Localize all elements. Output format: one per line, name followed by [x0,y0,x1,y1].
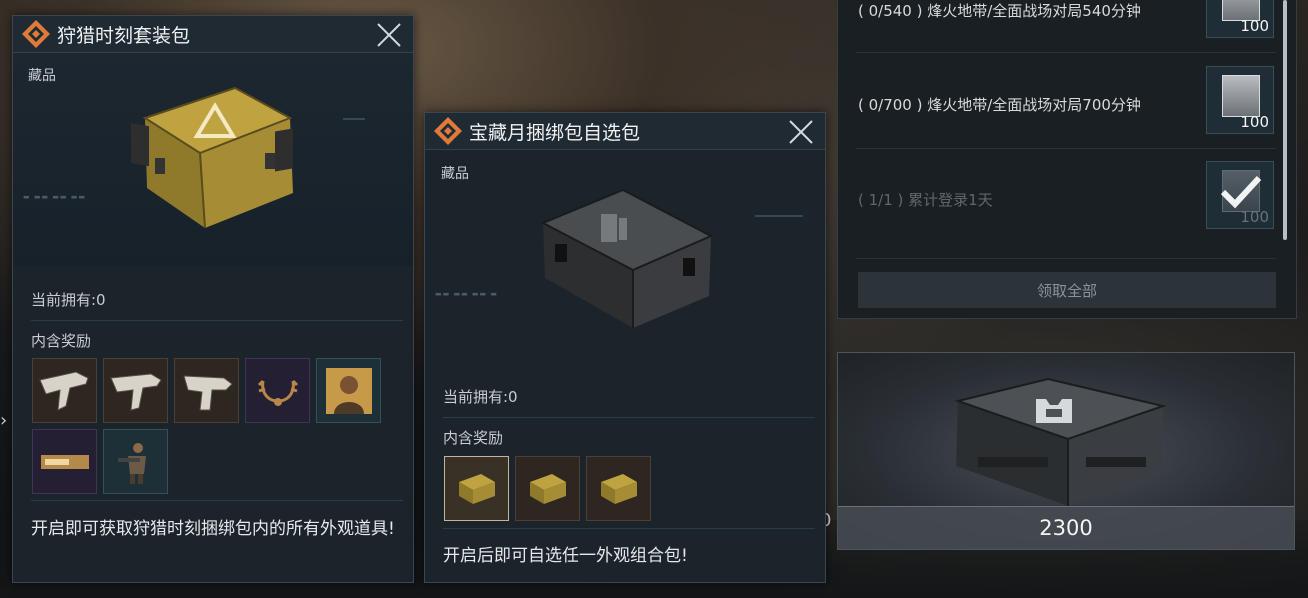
gold-crate-image [131,86,293,229]
reward-amount: 100 [1240,17,1269,35]
popup-header: 狩猎时刻套装包 [13,16,413,53]
reward-weapon-skin[interactable] [103,358,168,423]
operator-portrait-icon [325,367,372,414]
divider [856,148,1276,149]
skin-banner-icon [40,454,89,469]
crate-showcase[interactable]: 2300 [837,352,1295,550]
reward-weapon-skin-banner[interactable] [32,429,97,494]
close-icon[interactable] [375,21,403,49]
reward-operator-figure[interactable] [103,429,168,494]
reward-antler-charm[interactable] [245,358,310,423]
popup-hunt-bundle: 狩猎时刻套装包 ▬ ▬▬ ▬▬ ▬▬ 当前拥有:0 内含奖励 开启即可获取狩猎时… [12,15,414,583]
avatar-frame-icon [1222,75,1260,117]
bundle-diamond-icon [22,20,50,48]
task-item-completed: ( 1/1 ) 累计登录1天 [858,191,993,209]
edge-arrow-glyph: › [0,410,8,431]
task-item: ( 0/540 ) 烽火地带/全面战场对局540分钟 [858,2,1141,20]
item-preview: ▬ ▬▬ ▬▬ ▬▬ [13,53,413,266]
rewards-label: 内含奖励 [443,429,504,447]
checkmark-icon [1220,175,1262,209]
task-reward-claimed[interactable]: 100 [1206,161,1274,229]
task-item: ( 0/700 ) 烽火地带/全面战场对局700分钟 [858,96,1141,114]
gold-crate-icon [529,473,566,504]
rifle-icon [182,374,233,410]
reward-crate-option[interactable] [444,456,509,521]
antler-icon [257,379,298,406]
operator-figure-icon [117,442,146,484]
popup-treasure-bundle: 宝藏月捆绑包自选包 藏品 ▬▬ ▬▬ ▬▬ ▬ 当前拥有:0 内含奖励 开启后即… [424,112,826,583]
close-icon[interactable] [787,118,815,146]
task-reward[interactable]: 100 [1206,66,1274,134]
bundle-description: 开启即可获取狩猎时刻捆绑包内的所有外观道具! [31,519,395,539]
crate-price: 2300 [838,506,1294,549]
rifle-icon [109,372,162,411]
reward-weapon-skin[interactable] [32,358,97,423]
reward-crate-option[interactable] [586,456,651,521]
divider [856,258,1276,259]
divider [856,52,1276,53]
claim-all-button[interactable]: 领取全部 [858,272,1276,308]
owned-count: 当前拥有:0 [443,388,518,406]
divider [31,320,403,321]
item-preview: ▬▬ ▬▬ ▬▬ ▬ [425,150,825,363]
armor-crate-image [954,377,1167,506]
task-panel: ( 0/540 ) 烽火地带/全面战场对局540分钟 100 ( 0/700 )… [837,0,1297,319]
category-label: 藏品 [28,68,56,84]
reward-weapon-skin[interactable] [174,358,239,423]
owned-count: 当前拥有:0 [31,291,106,309]
gold-crate-icon [600,473,637,504]
divider [31,500,403,501]
divider [443,417,815,418]
scrollbar[interactable] [1283,0,1287,240]
popup-title: 宝藏月捆绑包自选包 [469,121,641,144]
divider [443,528,815,529]
bundle-description: 开启后即可自选任一外观组合包! [443,546,688,566]
bundle-diamond-icon [434,117,462,145]
popup-header: 宝藏月捆绑包自选包 [425,113,825,150]
dark-crate-image [540,188,713,328]
popup-title: 狩猎时刻套装包 [57,24,191,47]
gold-crate-icon [458,473,495,504]
reward-crate-option[interactable] [515,456,580,521]
rifle-icon [38,370,89,411]
reward-operator-portrait[interactable] [316,358,381,423]
task-reward[interactable]: 100 [1206,0,1274,38]
rewards-label: 内含奖励 [31,332,92,350]
reward-amount: 100 [1240,113,1269,131]
